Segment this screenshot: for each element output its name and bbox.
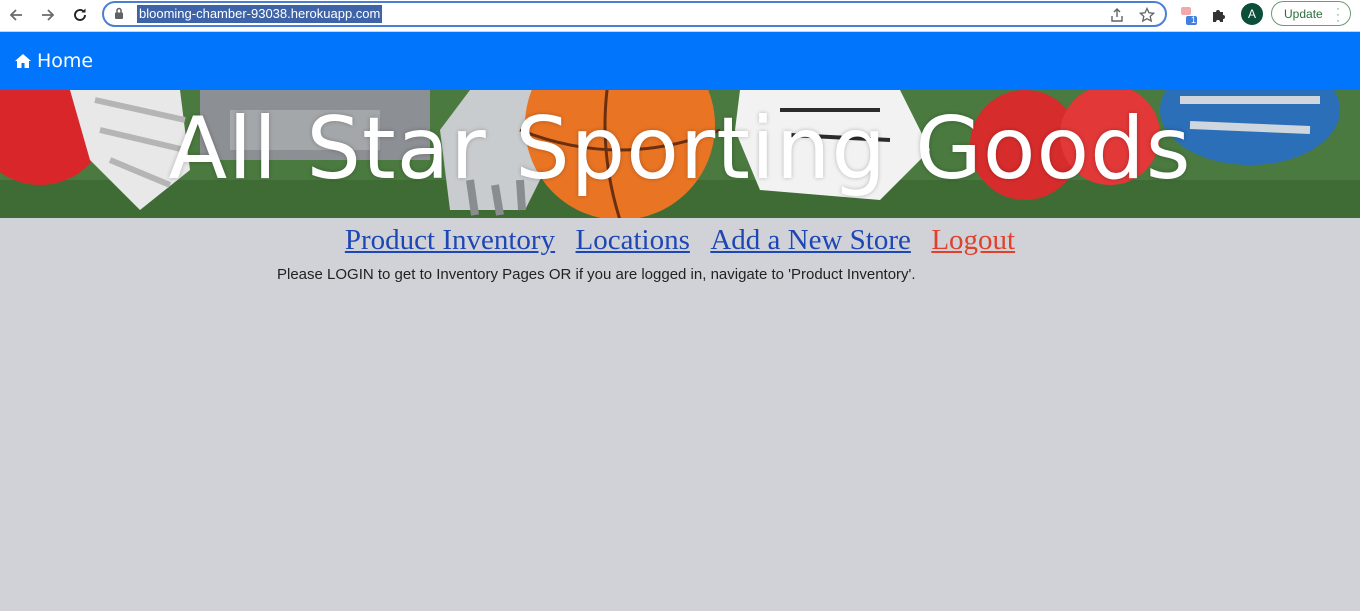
extension-badge-button[interactable]: 1 (1177, 3, 1201, 27)
back-button[interactable] (4, 3, 28, 27)
extensions-button[interactable] (1207, 3, 1231, 27)
forward-button[interactable] (36, 3, 60, 27)
arrow-left-icon (9, 9, 22, 21)
url-text[interactable]: blooming-chamber-93038.herokuapp.com (137, 5, 383, 23)
bookmark-star-icon[interactable] (1137, 5, 1157, 25)
home-link[interactable]: Home (14, 50, 93, 72)
hero-banner: All Star Sporting Goods (0, 90, 1360, 218)
share-icon[interactable] (1107, 5, 1127, 25)
home-icon (15, 54, 31, 68)
navbar: Home (0, 32, 1360, 90)
reload-icon (74, 8, 86, 21)
reload-button[interactable] (68, 3, 92, 27)
main-links: Product Inventory Locations Add a New St… (0, 224, 1360, 257)
more-vertical-icon[interactable]: · · · (1336, 2, 1340, 26)
hero-title: All Star Sporting Goods (168, 99, 1192, 199)
locations-link[interactable]: Locations (576, 224, 690, 257)
browser-toolbar: blooming-chamber-93038.herokuapp.com 1 A… (0, 0, 1360, 31)
extension-badge-count: 1 (1191, 15, 1197, 25)
puzzle-icon (1213, 10, 1225, 22)
address-bar[interactable]: blooming-chamber-93038.herokuapp.com (102, 1, 1167, 27)
profile-avatar[interactable]: A (1241, 3, 1263, 25)
extension-tag-icon (1181, 7, 1197, 25)
arrow-right-icon (42, 9, 55, 21)
lock-icon (114, 7, 124, 25)
add-store-link[interactable]: Add a New Store (710, 224, 911, 257)
login-message: Please LOGIN to get to Inventory Pages O… (277, 266, 916, 283)
home-label: Home (37, 50, 94, 72)
update-button[interactable]: Update · · · (1271, 1, 1351, 26)
product-inventory-link[interactable]: Product Inventory (345, 224, 555, 257)
update-label: Update (1284, 7, 1323, 21)
logout-link[interactable]: Logout (931, 224, 1015, 257)
